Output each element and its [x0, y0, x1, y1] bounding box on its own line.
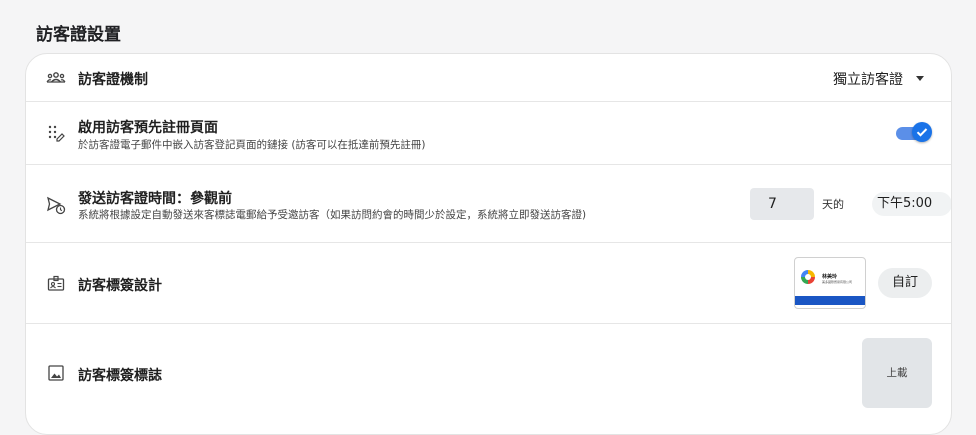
- send-time-picker[interactable]: 下午5:00: [872, 192, 951, 216]
- mechanism-label: 訪客證機制: [78, 72, 148, 88]
- send-time-title: 發送訪客證時間：參觀前: [78, 191, 232, 207]
- chevron-down-icon[interactable]: [916, 76, 924, 81]
- badge-preview-name: 林美玲: [822, 274, 838, 280]
- badge-preview-thumbnail[interactable]: 林美玲 美多國際貿易有限公司: [794, 257, 866, 309]
- row-preregister: 啟用訪客預先註冊頁面 於訪客證電子郵件中嵌入訪客登記頁面的鏈接 (訪客可以在抵達…: [26, 102, 951, 165]
- badge-design-title: 訪客標簽設計: [78, 278, 162, 294]
- page-title: 訪客證設置: [36, 25, 121, 45]
- preregister-description: 於訪客證電子郵件中嵌入訪客登記頁面的鏈接 (訪客可以在抵達前預先註冊): [78, 139, 426, 151]
- badge-id-icon: [46, 274, 66, 294]
- badge-preview-footer-bar: [795, 296, 865, 305]
- people-group-icon: [46, 68, 66, 88]
- row-send-time: 發送訪客證時間：參觀前 系統將根據設定自動發送來客標誌電郵給予受邀訪客（如果訪問…: [26, 165, 951, 243]
- badge-logo-title: 訪客標簽標誌: [78, 368, 162, 384]
- dots-edit-icon: [46, 123, 66, 143]
- image-icon: [46, 363, 66, 383]
- checkmark-icon: [912, 122, 932, 142]
- days-label: 天的: [822, 198, 844, 211]
- row-badge-design: 訪客標簽設計 林美玲 美多國際貿易有限公司 自訂: [26, 243, 951, 324]
- days-before-input[interactable]: 7: [750, 188, 814, 220]
- send-time-description: 系統將根據設定自動發送來客標誌電郵給予受邀訪客（如果訪問約會的時間少於設定，系統…: [78, 209, 587, 221]
- row-badge-logo: 訪客標簽標誌 上載: [26, 324, 951, 434]
- row-badge-mechanism[interactable]: 訪客證機制 獨立訪客證: [26, 54, 951, 102]
- upload-logo-button[interactable]: 上載: [862, 338, 932, 408]
- logo-icon: [801, 270, 815, 284]
- badge-preview-company: 美多國際貿易有限公司: [822, 280, 853, 284]
- preregister-toggle[interactable]: [896, 122, 932, 144]
- visitor-badge-settings-card: 訪客證機制 獨立訪客證 啟用訪客預先註冊頁面 於訪客證電子郵件中嵌入訪客登記頁面…: [25, 53, 952, 435]
- send-clock-icon: [46, 195, 66, 215]
- customize-button[interactable]: 自訂: [878, 268, 932, 298]
- mechanism-select[interactable]: 獨立訪客證: [833, 69, 903, 89]
- preregister-title: 啟用訪客預先註冊頁面: [78, 120, 218, 136]
